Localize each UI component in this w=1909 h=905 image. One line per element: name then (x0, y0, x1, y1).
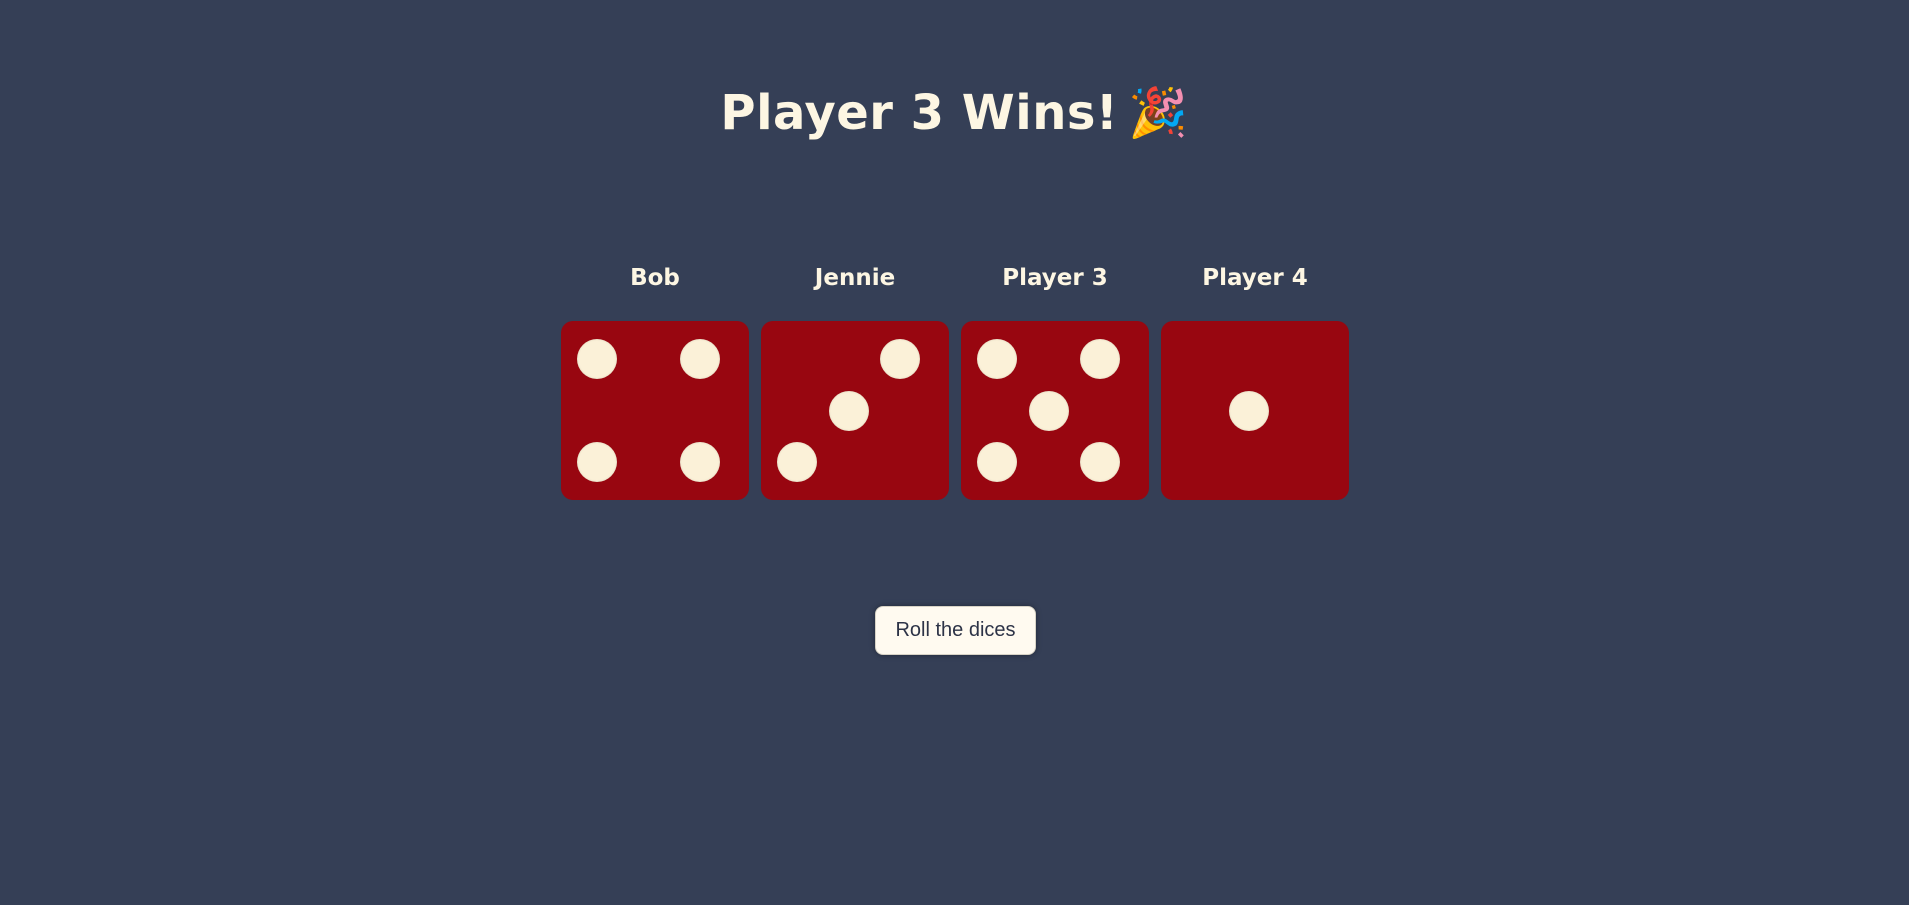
die-pip (1229, 391, 1269, 431)
die (561, 321, 749, 500)
die (761, 321, 949, 500)
player-jennie: Jennie (761, 262, 949, 500)
winner-title-text: Player 3 Wins! (720, 85, 1119, 142)
die-pip (829, 391, 869, 431)
die-pip (577, 339, 617, 379)
player-name: Bob (630, 265, 680, 291)
die-pip (680, 339, 720, 379)
party-popper-icon: 🎉 (1128, 85, 1189, 142)
players-row: Bob Jennie Player 3 Player 4 (561, 262, 1349, 500)
die-pip (680, 442, 720, 482)
die-pip (977, 442, 1017, 482)
die-pip (1029, 391, 1069, 431)
die-pip (880, 339, 920, 379)
die-pip (777, 442, 817, 482)
player-bob: Bob (561, 262, 749, 500)
die-pip (577, 442, 617, 482)
die-pip (1080, 339, 1120, 379)
player-4: Player 4 (1161, 262, 1349, 500)
die (1161, 321, 1349, 500)
player-3: Player 3 (961, 262, 1149, 500)
die (961, 321, 1149, 500)
player-name: Player 4 (1202, 265, 1308, 291)
die-pip (1080, 442, 1120, 482)
winner-title: Player 3 Wins! 🎉 (0, 84, 1909, 141)
roll-dice-button[interactable]: Roll the dices (875, 606, 1036, 655)
player-name: Player 3 (1002, 265, 1108, 291)
player-name: Jennie (814, 265, 896, 291)
die-pip (977, 339, 1017, 379)
